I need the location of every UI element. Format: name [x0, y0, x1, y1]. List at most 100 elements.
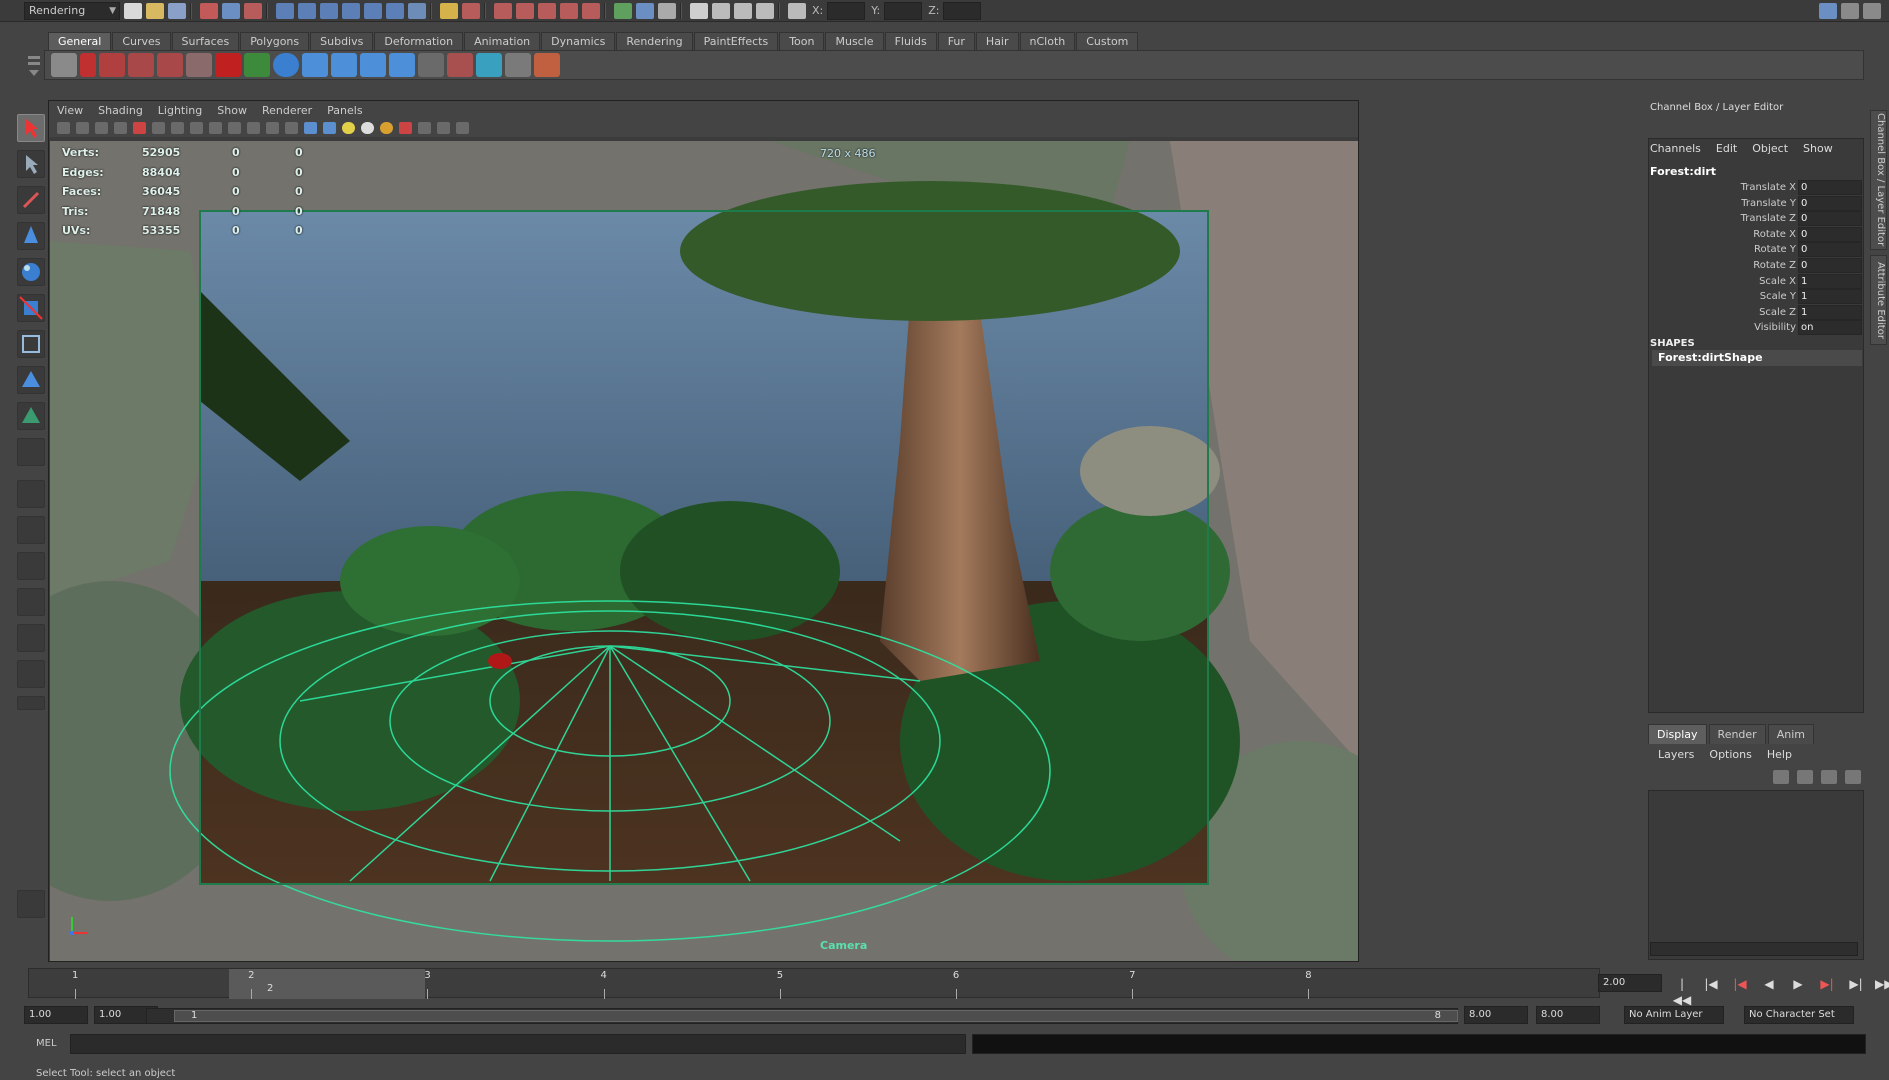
toggle-channel-box-icon[interactable]: [1819, 2, 1837, 19]
attribute-row[interactable]: Translate Y0: [1650, 195, 1864, 211]
shelf-item-icon[interactable]: [99, 53, 125, 77]
new-layer-icon[interactable]: [1773, 770, 1789, 784]
layer-editor-tab[interactable]: Render: [1708, 724, 1766, 744]
xray-icon[interactable]: [418, 122, 431, 134]
mask-joint-icon[interactable]: [298, 2, 316, 19]
attribute-row[interactable]: Scale Y1: [1650, 289, 1864, 305]
channel-box-menu-item[interactable]: Show: [1803, 142, 1833, 155]
shelf-tab[interactable]: Custom: [1076, 32, 1139, 50]
mask-deform-icon[interactable]: [364, 2, 382, 19]
lights-icon[interactable]: [342, 122, 355, 134]
play-forwards-icon[interactable]: ▶: [1788, 976, 1808, 992]
share-icon[interactable]: [456, 122, 469, 134]
open-scene-icon[interactable]: [146, 2, 164, 19]
play-backwards-icon[interactable]: ◀: [1759, 976, 1779, 992]
film-gate-icon[interactable]: [171, 122, 184, 134]
textured-icon[interactable]: [323, 122, 336, 134]
shelf-item-icon[interactable]: [244, 53, 270, 77]
soft-mod-tool-icon[interactable]: [17, 366, 45, 394]
panel-menu-item[interactable]: Panels: [327, 104, 362, 117]
render-current-icon[interactable]: [658, 2, 676, 19]
shelf-tab[interactable]: Curves: [112, 32, 171, 50]
snap-curve-icon[interactable]: [516, 2, 534, 19]
attribute-value[interactable]: 0: [1798, 211, 1862, 227]
step-back-key-icon[interactable]: |◀: [1730, 976, 1750, 992]
joint-icon[interactable]: [360, 53, 386, 77]
two-d-pan-icon[interactable]: [133, 122, 146, 134]
move-tool-icon[interactable]: [17, 222, 45, 250]
hypershade-layout-icon[interactable]: [17, 624, 45, 652]
wireframe-icon[interactable]: [285, 122, 298, 134]
attribute-row[interactable]: Rotate Z0: [1650, 258, 1864, 273]
layer-editor-menu-item[interactable]: Options: [1709, 748, 1751, 761]
ao-icon[interactable]: [380, 122, 393, 134]
attribute-row[interactable]: Translate Z0: [1650, 211, 1864, 227]
help-icon[interactable]: [408, 2, 426, 19]
shelf-item-icon[interactable]: [215, 53, 241, 77]
channel-box-menu-item[interactable]: Channels: [1650, 142, 1701, 155]
select-object-icon[interactable]: [222, 2, 240, 19]
x-field[interactable]: [827, 1, 866, 20]
shelf-tab[interactable]: Deformation: [374, 32, 464, 50]
paint-select-tool-icon[interactable]: [17, 186, 45, 214]
attribute-row[interactable]: Translate X0: [1650, 180, 1864, 195]
two-pane-layout-icon[interactable]: [17, 552, 45, 580]
current-time-marker[interactable]: [229, 969, 425, 999]
channel-box-menu-item[interactable]: Object: [1752, 142, 1788, 155]
attribute-value[interactable]: 0: [1798, 258, 1862, 273]
shelf-item-icon[interactable]: [418, 53, 444, 77]
single-pane-layout-icon[interactable]: [17, 480, 45, 508]
persp-graph-layout-icon[interactable]: [17, 588, 45, 616]
field-chart-icon[interactable]: [228, 122, 241, 134]
bookmark-icon[interactable]: [95, 122, 108, 134]
history-icon[interactable]: [614, 2, 632, 19]
ipr-render-icon[interactable]: [712, 2, 730, 19]
joint-icon[interactable]: [389, 53, 415, 77]
character-set-dropdown[interactable]: No Character Set: [1744, 1006, 1854, 1024]
command-language-label[interactable]: MEL: [36, 1038, 57, 1049]
shelf-tab[interactable]: Subdivs: [310, 32, 374, 50]
mask-surface-icon[interactable]: [342, 2, 360, 19]
safe-title-icon[interactable]: [266, 122, 279, 134]
attribute-row[interactable]: Scale Z1: [1650, 304, 1864, 320]
z-field[interactable]: [943, 1, 982, 20]
xray-joints-icon[interactable]: [437, 122, 450, 134]
safe-action-icon[interactable]: [247, 122, 260, 134]
go-to-start-icon[interactable]: |◀◀: [1672, 976, 1692, 1007]
shelf-tab[interactable]: Animation: [464, 32, 541, 50]
layer-scrollbar[interactable]: [1650, 942, 1858, 956]
attribute-row[interactable]: Rotate X0: [1650, 226, 1864, 242]
layer-editor-menu-item[interactable]: Help: [1767, 748, 1792, 761]
image-plane-icon[interactable]: [114, 122, 127, 134]
select-tool-icon[interactable]: [17, 114, 45, 142]
maya-logo-icon[interactable]: [17, 890, 45, 918]
grid-icon[interactable]: [152, 122, 165, 134]
snap-plane-icon[interactable]: [560, 2, 578, 19]
snap-point-icon[interactable]: [538, 2, 556, 19]
shelf-item-icon[interactable]: [505, 53, 531, 77]
shelf-tab[interactable]: Polygons: [240, 32, 310, 50]
end-time-field[interactable]: 8.00: [1536, 1006, 1600, 1024]
shelf-tab[interactable]: Muscle: [825, 32, 884, 50]
current-time-field[interactable]: 2.00: [1598, 974, 1662, 992]
show-manipulator-icon[interactable]: [17, 402, 45, 430]
attribute-value[interactable]: 0: [1798, 195, 1862, 211]
smooth-shade-icon[interactable]: [304, 122, 317, 134]
select-component-icon[interactable]: [244, 2, 262, 19]
shelf-tab[interactable]: Hair: [975, 32, 1019, 50]
toggle-tool-settings-icon[interactable]: [1841, 2, 1859, 19]
mask-curve-icon[interactable]: [320, 2, 338, 19]
snap-grid-icon[interactable]: [494, 2, 512, 19]
panel-menu-item[interactable]: Lighting: [158, 104, 202, 117]
save-scene-icon[interactable]: [168, 2, 186, 19]
attribute-value[interactable]: 1: [1798, 289, 1862, 305]
shelf-tab[interactable]: Rendering: [616, 32, 693, 50]
range-slider-handle[interactable]: 1 8: [174, 1010, 1458, 1022]
shelf-tab[interactable]: nCloth: [1019, 32, 1076, 50]
attribute-value[interactable]: on: [1798, 320, 1862, 336]
new-scene-icon[interactable]: [124, 2, 142, 19]
toggle-attribute-editor-icon[interactable]: [1863, 2, 1881, 19]
attribute-row[interactable]: Visibility on: [1650, 320, 1864, 336]
construction-icon[interactable]: [636, 2, 654, 19]
move-layer-up-icon[interactable]: [1821, 770, 1837, 784]
